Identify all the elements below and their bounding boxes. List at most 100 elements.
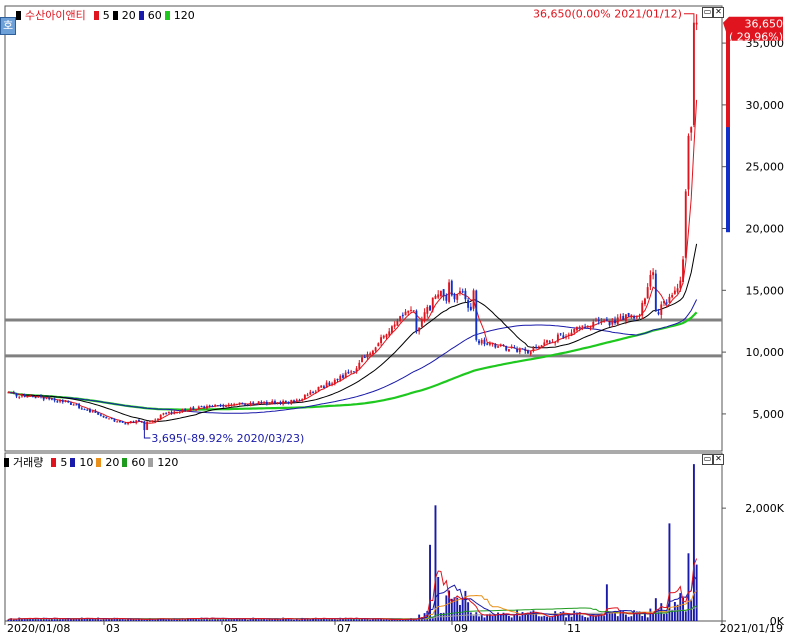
price-pane-close-button[interactable]: ✕ (713, 7, 724, 18)
volume-bar (652, 613, 655, 621)
candle-body (235, 404, 238, 406)
candle-body (192, 407, 195, 410)
candle-body (48, 397, 51, 400)
volume-bar (99, 619, 102, 621)
candle-body (37, 396, 40, 398)
volume-bar (37, 619, 40, 621)
candle-body (450, 280, 453, 296)
legend-item[interactable]: 5 (60, 456, 67, 469)
volume-bar (516, 609, 519, 621)
price-y-tick-label: 15,000 (746, 284, 785, 297)
candle-body (516, 348, 519, 352)
candle-body (26, 396, 29, 398)
volume-bar (184, 619, 187, 621)
legend-item[interactable]: 5 (103, 9, 110, 22)
candle-body (486, 343, 489, 345)
candle-body (469, 306, 472, 311)
candle-body (410, 309, 412, 311)
candle-body (624, 314, 627, 322)
volume-bar (478, 616, 480, 621)
volume-bar (510, 617, 513, 621)
candle-body (488, 343, 491, 345)
legend-item[interactable]: 120 (174, 9, 195, 22)
legend-item[interactable]: 120 (157, 456, 178, 469)
candle-body (195, 409, 198, 411)
volume-bar (380, 619, 383, 621)
candle-body (529, 351, 532, 355)
volume-bar (290, 619, 293, 621)
candle-body (189, 407, 192, 412)
candle-body (393, 324, 396, 327)
candle-body (556, 334, 559, 342)
candle-body (521, 348, 524, 350)
volume-bar (456, 597, 459, 621)
candle-body (59, 399, 62, 402)
volume-bar (336, 619, 339, 621)
volume-pane-min-button[interactable]: ▭ (702, 454, 713, 465)
price-pane-min-button[interactable]: ▭ (702, 7, 713, 18)
chart-mode-icon[interactable]: 호 (0, 17, 16, 35)
volume-pane-close-button[interactable]: ✕ (713, 454, 724, 465)
candle-body (478, 340, 480, 344)
volume-bar (293, 619, 295, 621)
candle-body (186, 410, 189, 412)
volume-bar (551, 616, 554, 621)
legend-item[interactable]: 60 (131, 456, 145, 469)
candle-body (442, 289, 445, 297)
legend-item[interactable]: 10 (79, 456, 93, 469)
volume-bar (197, 619, 200, 621)
legend-marker (148, 457, 154, 467)
candle-body (377, 343, 380, 347)
volume-bar (59, 619, 62, 621)
volume-bar (499, 614, 502, 621)
candle-body (575, 326, 578, 331)
candle-body (257, 401, 260, 404)
candle-body (56, 401, 59, 403)
x-tick-label: 11 (567, 622, 581, 635)
price-y-tick-label: 20,000 (746, 223, 785, 236)
candle-body (429, 305, 431, 311)
legend-marker (70, 457, 76, 467)
volume-bar (581, 615, 584, 621)
candle-body (445, 295, 448, 301)
candle-body (371, 350, 374, 355)
volume-bar (494, 615, 497, 621)
candle-body (110, 417, 113, 419)
candle-body (279, 401, 282, 404)
volume-bar (584, 617, 587, 621)
candle-body (53, 398, 56, 401)
candle-body (434, 295, 437, 299)
candle-body (12, 392, 15, 394)
candle-body (40, 395, 42, 397)
candle-body (336, 378, 339, 381)
candle-body (86, 409, 89, 411)
candle-body (480, 340, 483, 344)
candle-body (197, 406, 200, 410)
candle-body (75, 404, 78, 406)
volume-y-tick-label: 2,000K (745, 502, 784, 515)
legend-marker (138, 10, 144, 20)
legend-item[interactable]: 60 (148, 9, 162, 22)
candle-body (29, 395, 32, 397)
candle-body (309, 391, 312, 395)
candle-body (227, 404, 230, 407)
candle-body (347, 371, 350, 374)
volume-bar (643, 613, 646, 621)
candle-body (69, 402, 72, 405)
legend-item[interactable]: 20 (122, 9, 136, 22)
candle-body (548, 341, 551, 343)
chart-canvas[interactable]: 5,00010,00015,00020,00025,00030,00035,00… (0, 0, 786, 636)
candle-body (507, 349, 510, 352)
candle-body (206, 406, 208, 409)
volume-bar (21, 619, 23, 621)
legend-item[interactable]: 20 (105, 456, 119, 469)
candle-body (102, 415, 105, 418)
candle-body (91, 410, 94, 413)
candle-body (287, 401, 290, 404)
volume-bar (469, 612, 472, 621)
volume-bar (665, 613, 668, 621)
volume-bar (94, 619, 97, 621)
stock-name[interactable]: 수산아이앤티 (25, 7, 86, 23)
volume-title[interactable]: 거래량 (13, 454, 43, 470)
candle-body (94, 410, 97, 413)
